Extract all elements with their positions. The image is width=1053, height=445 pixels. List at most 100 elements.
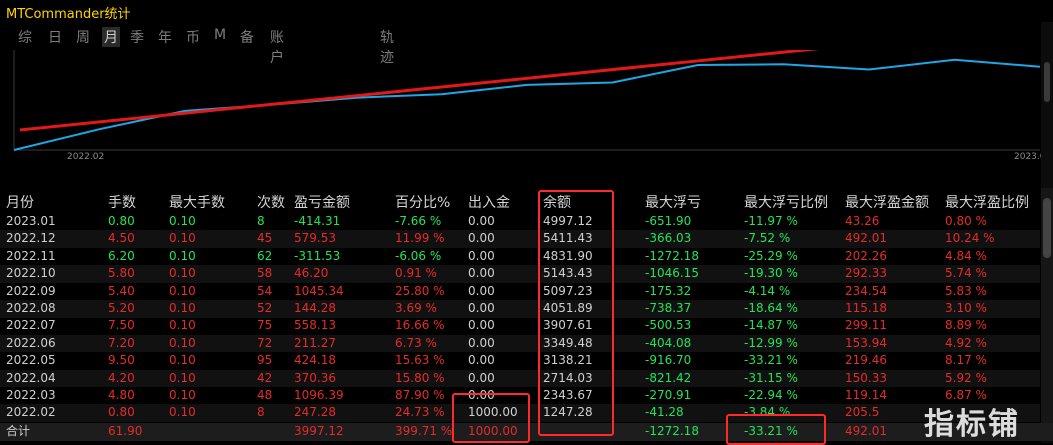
highlight-balance-column xyxy=(538,190,614,436)
tab-week[interactable]: 周 xyxy=(76,27,90,47)
table-row[interactable]: 2022.04 4.20 0.10 42 370.36 15.80 % 0.00 2714.0… xyxy=(0,369,1040,388)
cell-pnl: 558.13 xyxy=(294,318,336,333)
tab-year[interactable]: 年 xyxy=(158,27,172,47)
table-row[interactable]: 2022.08 5.20 0.10 52 144.28 3.69 % 0.00 4051.89… xyxy=(0,300,1040,318)
col-deposit: 出入金 xyxy=(468,195,510,211)
table-row[interactable]: 2022.07 7.50 0.10 75 558.13 16.66 % 0.00 3907.6… xyxy=(0,317,1040,335)
cell-deposit: 0.00 xyxy=(468,301,495,315)
tab-month[interactable]: 月 xyxy=(102,27,120,47)
cell-max-drawdown: -1272.18 xyxy=(645,248,699,263)
cell-percent: 3.69 % xyxy=(395,301,437,315)
cell-max-profit: 115.18 xyxy=(845,301,887,315)
cell-max-profit-ratio: 3.10 % xyxy=(945,301,987,315)
cell-pnl: 370.36 xyxy=(294,370,336,385)
cell-percent: 15.80 % xyxy=(395,370,445,385)
cell-lots: 5.40 xyxy=(108,283,135,298)
cell-month: 2022.12 xyxy=(6,231,56,246)
cell-max-profit-ratio: 8.89 % xyxy=(945,318,987,333)
col-max-drawdown: 最大浮亏 xyxy=(645,195,701,211)
total-cell-percent: 399.71 % xyxy=(395,424,453,438)
cell-percent: 16.66 % xyxy=(395,318,445,333)
cell-count: 8 xyxy=(257,405,265,420)
cell-max-drawdown: -500.53 xyxy=(645,318,692,333)
total-cell-month: 合计 xyxy=(6,424,31,438)
cell-deposit: 0.00 xyxy=(468,335,495,350)
cell-max-profit: 119.14 xyxy=(845,388,887,402)
cell-max-drawdown: -175.32 xyxy=(645,283,692,298)
cell-max-profit: 43.26 xyxy=(845,214,880,228)
cell-max-drawdown: -916.70 xyxy=(645,353,692,368)
cell-max-lots: 0.10 xyxy=(169,283,196,298)
total-cell-max-profit: 492.01 xyxy=(845,424,887,438)
table-row[interactable]: 2022.11 6.20 0.10 62 -311.53 -6.06 % 0.00 4831.… xyxy=(0,248,1040,266)
tab-day[interactable]: 日 xyxy=(48,27,62,47)
cell-max-drawdown-ratio: -25.29 % xyxy=(744,248,798,263)
tab-summary[interactable]: 综 xyxy=(18,27,32,47)
cell-max-lots: 0.10 xyxy=(169,370,196,385)
cell-pnl: 211.27 xyxy=(294,335,336,350)
cell-percent: 6.73 % xyxy=(395,335,437,350)
tab-quarter[interactable]: 季 xyxy=(130,27,144,47)
table-scrollbar[interactable] xyxy=(1041,188,1053,423)
cell-month: 2022.08 xyxy=(6,301,56,315)
x-tick-label-start: 2022.02 xyxy=(67,152,104,162)
cell-pnl: -414.31 xyxy=(294,214,341,228)
col-count: 次数 xyxy=(257,195,285,211)
trend-line xyxy=(19,50,820,132)
cell-pnl: -311.53 xyxy=(294,248,341,263)
col-lots: 手数 xyxy=(108,195,136,211)
cell-max-profit: 492.01 xyxy=(845,231,887,246)
cell-pnl: 424.18 xyxy=(294,353,336,368)
table-row[interactable]: 2023.01 0.80 0.10 8 -414.31 -7.66 % 0.00 4997.1… xyxy=(0,213,1040,231)
cell-max-profit-ratio: 4.92 % xyxy=(945,335,987,350)
cell-max-lots: 0.10 xyxy=(169,231,196,246)
cell-max-profit: 219.46 xyxy=(845,353,887,368)
balance-chart: 2022.02 2023.0 xyxy=(13,50,1046,162)
scrollbar-thumb[interactable] xyxy=(1044,62,1050,102)
cell-deposit: 0.00 xyxy=(468,318,495,333)
cell-max-drawdown: -821.42 xyxy=(645,370,692,385)
tab-currency[interactable]: 币 xyxy=(186,27,200,47)
cell-count: 42 xyxy=(257,370,273,385)
highlight-drawdown-ratio-cell xyxy=(726,414,826,445)
cell-max-lots: 0.10 xyxy=(169,388,196,402)
cell-max-drawdown: -651.90 xyxy=(645,214,692,228)
col-month: 月份 xyxy=(6,195,34,211)
cell-max-profit-ratio: 5.83 % xyxy=(945,283,987,298)
cell-max-profit: 299.11 xyxy=(845,318,887,333)
table-row[interactable]: 2022.05 9.50 0.10 95 424.18 15.63 % 0.00 3138.2… xyxy=(0,352,1040,370)
cell-max-profit-ratio: 10.24 % xyxy=(945,231,995,246)
cell-lots: 7.20 xyxy=(108,335,135,350)
table-row[interactable]: 2022.12 4.50 0.10 45 579.53 11.99 % 0.00 5411.4… xyxy=(0,230,1040,248)
cell-lots: 6.20 xyxy=(108,248,135,263)
table-row[interactable]: 2022.06 7.20 0.10 72 211.27 6.73 % 0.00 3349.48… xyxy=(0,334,1040,353)
cell-deposit: 0.00 xyxy=(468,214,495,228)
cell-pnl: 1045.34 xyxy=(294,283,344,298)
cell-month: 2022.04 xyxy=(6,370,56,385)
cell-count: 95 xyxy=(257,353,273,368)
cell-max-profit-ratio: 8.17 % xyxy=(945,353,987,368)
cell-count: 8 xyxy=(257,214,265,228)
tab-m[interactable]: M xyxy=(214,27,226,43)
table-row[interactable]: 2022.10 5.80 0.10 58 46.20 0.91 % 0.00 5143.43-… xyxy=(0,265,1040,283)
cell-max-profit: 292.33 xyxy=(845,266,887,281)
cell-deposit: 0.00 xyxy=(468,248,495,263)
cell-max-lots: 0.10 xyxy=(169,214,196,228)
cell-max-drawdown-ratio: -33.21 % xyxy=(744,353,798,368)
cell-percent: 24.73 % xyxy=(395,405,445,420)
table-scrollbar-thumb[interactable] xyxy=(1043,198,1051,258)
cell-count: 52 xyxy=(257,301,273,315)
balance-series-line xyxy=(13,58,1041,151)
cell-lots: 0.80 xyxy=(108,405,135,420)
col-pnl: 盈亏金额 xyxy=(294,195,350,211)
watermark-logo: 指标铺 xyxy=(924,407,1020,442)
cell-lots: 5.20 xyxy=(108,301,135,315)
tab-note[interactable]: 备 xyxy=(240,27,254,47)
col-max-drawdown-ratio: 最大浮亏比例 xyxy=(744,195,828,211)
cell-month: 2022.02 xyxy=(6,405,56,420)
cell-max-profit: 205.5 xyxy=(845,405,880,420)
col-max-lots: 最大手数 xyxy=(169,195,225,211)
cell-max-lots: 0.10 xyxy=(169,248,196,263)
cell-count: 72 xyxy=(257,335,273,350)
table-row[interactable]: 2022.09 5.40 0.10 54 1045.34 25.80 % 0.00 5097.… xyxy=(0,283,1040,301)
